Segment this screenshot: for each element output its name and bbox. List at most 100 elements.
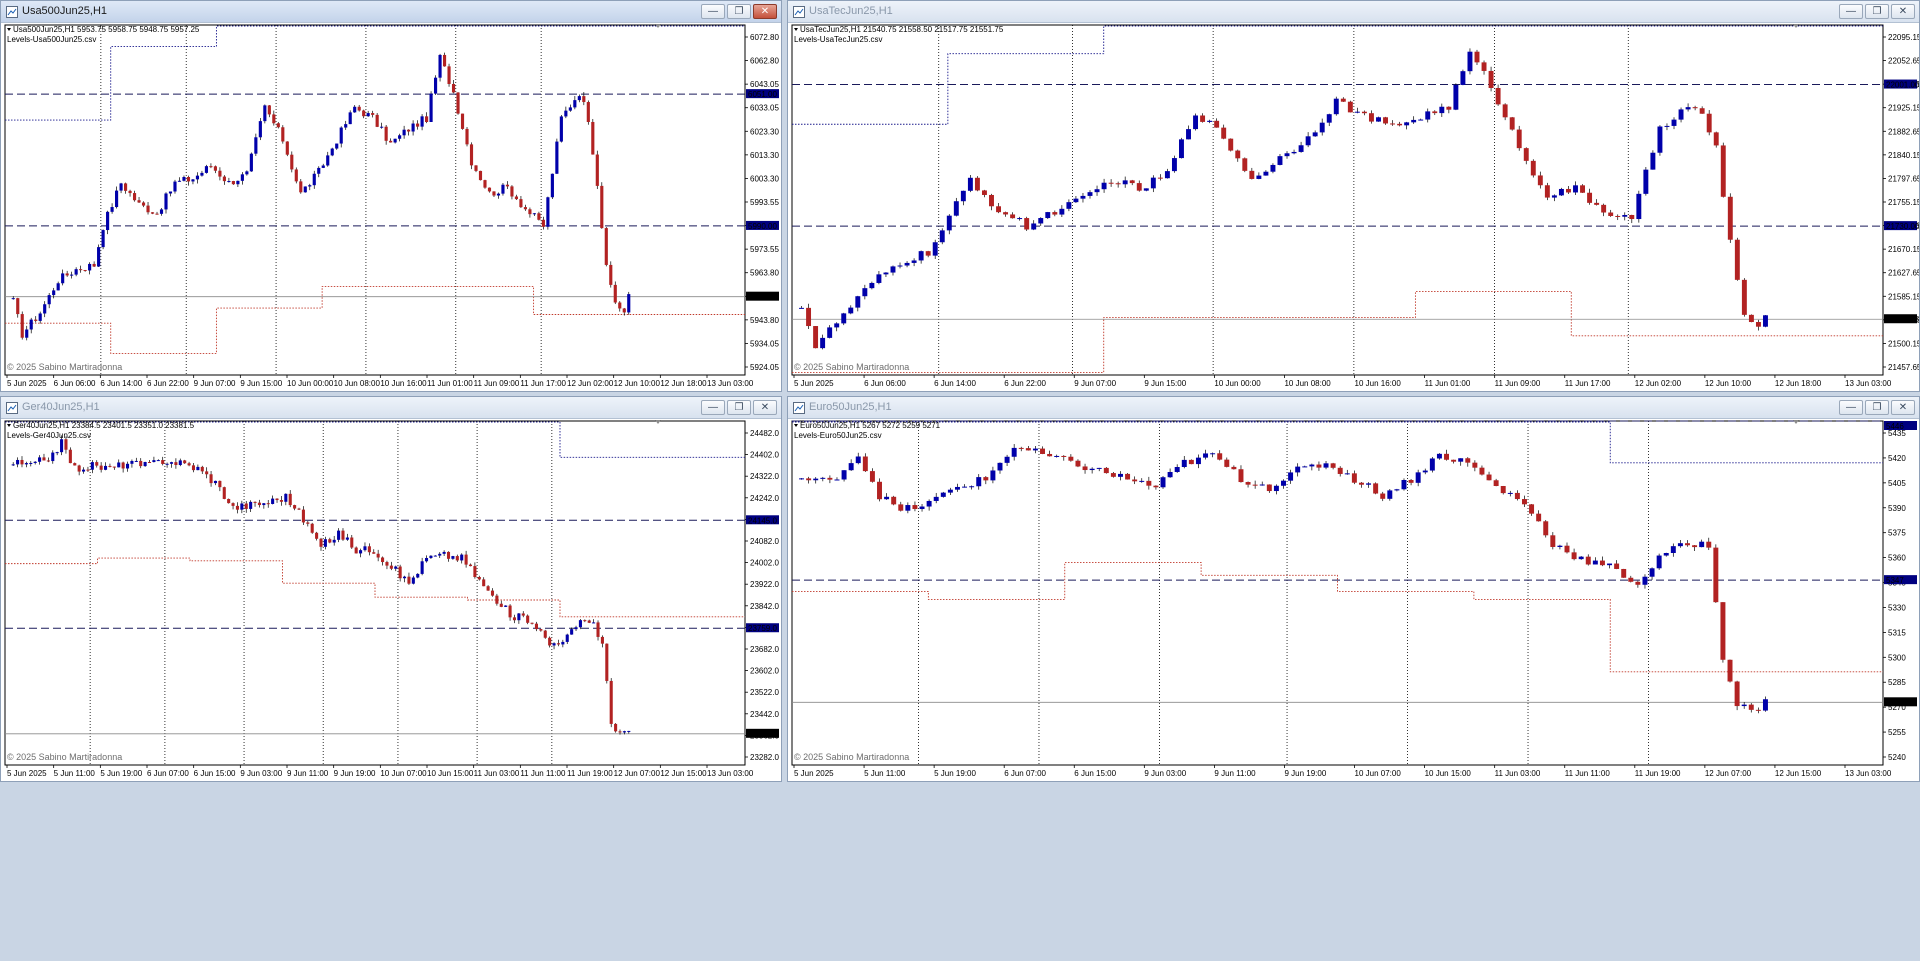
- bullish-candle: [1551, 195, 1557, 198]
- bullish-candle: [411, 577, 415, 584]
- bullish-candle: [1171, 158, 1177, 172]
- restore-button[interactable]: ❐: [1865, 4, 1889, 19]
- bullish-candle: [178, 460, 182, 466]
- bullish-candle: [1354, 111, 1360, 113]
- bearish-candle: [1252, 484, 1258, 486]
- bearish-candle: [319, 538, 323, 547]
- y-tick-label: 6023.30: [750, 127, 779, 136]
- y-tick-label: 5300: [1888, 653, 1906, 662]
- level-price-label: 5347: [1886, 576, 1904, 585]
- close-button[interactable]: ✕: [753, 4, 777, 19]
- bearish-candle: [362, 110, 366, 117]
- bullish-candle: [330, 148, 334, 156]
- bearish-candle: [191, 465, 196, 471]
- bullish-candle: [1277, 156, 1283, 165]
- x-tick-label: 6 Jun 15:00: [1074, 769, 1116, 778]
- bullish-candle: [960, 190, 966, 202]
- bearish-candle: [510, 186, 514, 197]
- bearish-candle: [407, 576, 411, 584]
- bearish-candle: [279, 500, 283, 502]
- bearish-candle: [128, 190, 132, 194]
- bullish-candle: [416, 573, 420, 578]
- close-button[interactable]: ✕: [753, 400, 777, 415]
- chart-window-euro50[interactable]: Euro50Jun25,H1 — ❐ ✕ 5435 5420 5405 5390 537…: [787, 396, 1920, 782]
- bullish-candle: [919, 506, 925, 510]
- x-tick-label: 11 Jun 17:00: [1565, 379, 1611, 388]
- bullish-candle: [323, 539, 327, 547]
- bullish-candle: [969, 486, 975, 488]
- x-tick-label: 12 Jun 15:00: [660, 769, 707, 778]
- bullish-candle: [564, 110, 568, 117]
- y-tick-label: 23842.0: [750, 602, 779, 611]
- chart-window-usatec[interactable]: UsaTecJun25,H1 — ❐ ✕ 22095.15 22052.65 219…: [787, 0, 1920, 392]
- y-tick-label: 21882.65: [1888, 127, 1919, 136]
- bullish-candle: [904, 262, 910, 266]
- bearish-candle: [1706, 541, 1712, 548]
- bullish-candle: [1150, 177, 1156, 189]
- close-button[interactable]: ✕: [1891, 4, 1915, 19]
- x-tick-label: 10 Jun 08:00: [1284, 379, 1331, 388]
- restore-button[interactable]: ❐: [727, 4, 751, 19]
- bearish-candle: [1330, 463, 1336, 468]
- bearish-candle: [447, 66, 451, 84]
- minimize-button[interactable]: —: [1839, 4, 1863, 19]
- bearish-candle: [1514, 492, 1520, 500]
- chart-window-icon: [793, 6, 805, 18]
- minimize-button[interactable]: —: [1839, 400, 1863, 415]
- title-bar[interactable]: Euro50Jun25,H1 — ❐ ✕: [788, 397, 1919, 419]
- bearish-candle: [1432, 111, 1438, 114]
- title-bar[interactable]: Usa500Jun25,H1 — ❐ ✕: [1, 1, 781, 23]
- price-chart[interactable]: 6072.80 6062.80 6043.05 6033.05 6023.30 6013.…: [1, 23, 781, 391]
- price-chart[interactable]: 24482.024402.024322.024242.024162.024082…: [1, 419, 781, 781]
- bearish-candle: [1316, 464, 1322, 468]
- bullish-candle: [344, 124, 348, 128]
- price-chart[interactable]: 22095.1522052.6521967.6521925.1521882.65…: [788, 23, 1919, 391]
- bearish-candle: [898, 504, 904, 511]
- x-tick-label: 6 Jun 06:00: [54, 379, 96, 388]
- bullish-candle: [97, 247, 101, 267]
- bearish-candle: [1502, 104, 1508, 118]
- bearish-candle: [618, 302, 622, 309]
- bullish-candle: [933, 496, 939, 501]
- bearish-candle: [244, 503, 248, 509]
- y-tick-label: 5375: [1888, 529, 1906, 538]
- bearish-candle: [1472, 462, 1478, 468]
- bearish-candle: [155, 213, 159, 215]
- bearish-candle: [530, 622, 534, 624]
- x-tick-label: 6 Jun 14:00: [934, 379, 976, 388]
- chart-window-ger40[interactable]: Ger40Jun25,H1 — ❐ ✕ 24482.0 24402.0 24322.…: [0, 396, 782, 782]
- x-tick-label: 5 Jun 19:00: [100, 769, 142, 778]
- bearish-candle: [1235, 150, 1241, 159]
- bullish-candle: [1507, 492, 1513, 494]
- bullish-candle: [164, 193, 168, 210]
- bullish-candle: [1643, 169, 1649, 194]
- restore-button[interactable]: ❐: [1865, 400, 1889, 415]
- bearish-candle: [499, 603, 503, 607]
- restore-button[interactable]: ❐: [727, 400, 751, 415]
- bullish-candle: [438, 553, 442, 556]
- x-tick-label: 5 Jun 2025: [7, 379, 47, 388]
- title-bar[interactable]: UsaTecJun25,H1 — ❐ ✕: [788, 1, 1919, 23]
- bearish-candle: [1358, 482, 1364, 485]
- y-tick-label: 5285: [1888, 678, 1906, 687]
- bullish-candle: [841, 313, 847, 324]
- bullish-candle: [29, 462, 33, 464]
- bullish-candle: [550, 173, 554, 198]
- bearish-candle: [222, 487, 226, 499]
- price-chart[interactable]: 5435542054055390537553605345533053155300…: [788, 419, 1919, 781]
- bearish-candle: [1530, 160, 1536, 176]
- minimize-button[interactable]: —: [701, 400, 725, 415]
- bearish-candle: [925, 251, 931, 256]
- bearish-candle: [1495, 88, 1501, 105]
- x-tick-label: 6 Jun 07:00: [1004, 769, 1046, 778]
- bullish-candle: [1038, 218, 1044, 224]
- minimize-button[interactable]: —: [701, 4, 725, 19]
- bullish-candle: [38, 313, 42, 321]
- y-tick-label: 23922.0: [750, 580, 779, 589]
- title-bar[interactable]: Ger40Jun25,H1 — ❐ ✕: [1, 397, 781, 419]
- bearish-candle: [891, 496, 897, 505]
- bearish-candle: [315, 532, 319, 539]
- chart-window-usa500[interactable]: Usa500Jun25,H1 — ❐ ✕ 6072.80 6062.80 6043.…: [0, 0, 782, 392]
- bullish-candle: [420, 561, 424, 574]
- close-button[interactable]: ✕: [1891, 400, 1915, 415]
